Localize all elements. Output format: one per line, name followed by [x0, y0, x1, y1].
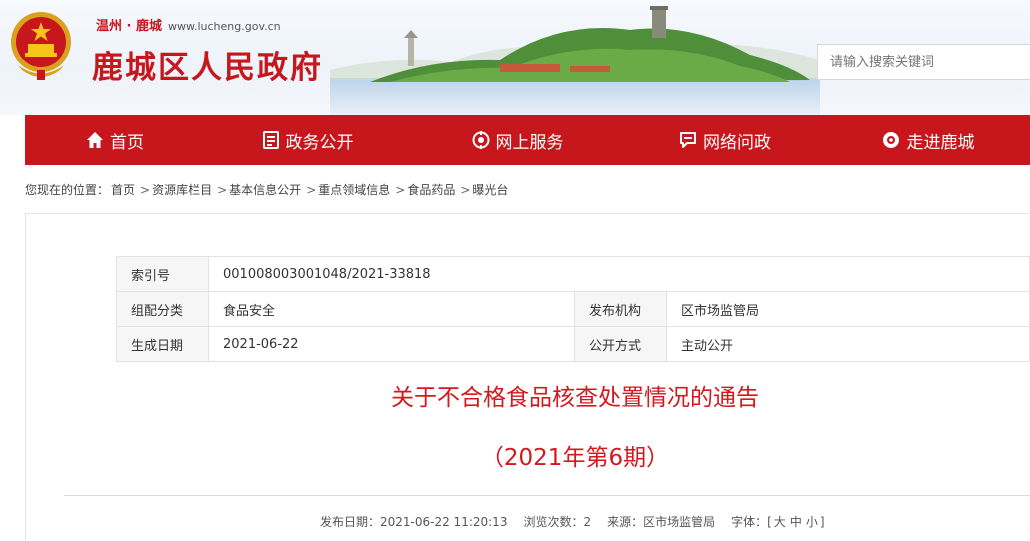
breadcrumb-item-key-areas[interactable]: 重点领域信息 — [318, 183, 390, 197]
document-icon — [262, 131, 279, 149]
nav-home[interactable]: 首页 — [25, 115, 205, 165]
mode-value: 主动公开 — [666, 326, 1030, 362]
font-size-label: 字体：[ — [731, 515, 772, 529]
service-icon — [472, 131, 489, 149]
breadcrumb-item-food-drug[interactable]: 食品药品 — [407, 183, 455, 197]
font-medium-button[interactable]: 中 — [790, 515, 802, 529]
breadcrumb-item-exposure[interactable]: 曝光台 — [472, 183, 508, 197]
view-count: 浏览次数：2 — [523, 515, 592, 529]
publisher-label: 发布机构 — [574, 291, 667, 327]
font-large-button[interactable]: 大 — [774, 515, 786, 529]
source: 来源：区市场监管局 — [607, 515, 716, 529]
site-header: 温州 · 鹿城 www.lucheng.gov.cn 鹿城区人民政府 — [0, 0, 1030, 115]
nav-online-inquiry-label: 网络问政 — [703, 132, 771, 153]
breadcrumb: 您现在的位置： 首页 > 资源库栏目 > 基本信息公开 > 重点领域信息 > 食品药品 > 曝光台 — [25, 181, 510, 198]
breadcrumb-separator: > — [460, 183, 471, 197]
category-value: 食品安全 — [208, 291, 575, 327]
breadcrumb-item-basic-info[interactable]: 基本信息公开 — [229, 183, 301, 197]
nav-home-label: 首页 — [110, 132, 144, 153]
mode-label: 公开方式 — [574, 326, 667, 362]
nav-online-service-label: 网上服务 — [495, 132, 564, 153]
breadcrumb-separator: > — [395, 183, 406, 197]
date-label: 生成日期 — [116, 326, 209, 362]
table-row: 索引号 001008003001048/2021-33818 — [116, 256, 1030, 292]
meta-table: 索引号 001008003001048/2021-33818 组配分类 食品安全… — [116, 256, 1030, 362]
breadcrumb-prefix: 您现在的位置： — [25, 183, 110, 197]
nav-online-service[interactable]: 网上服务 — [410, 115, 625, 165]
breadcrumb-separator: > — [306, 183, 317, 197]
date-value: 2021-06-22 — [208, 326, 575, 362]
table-row: 组配分类 食品安全 发布机构 区市场监管局 — [116, 291, 1030, 327]
table-row: 生成日期 2021-06-22 公开方式 主动公开 — [116, 326, 1030, 362]
breadcrumb-separator: > — [217, 183, 228, 197]
nav-about-lucheng-label: 走进鹿城 — [906, 132, 975, 153]
publish-info: 发布日期：2021-06-22 11:20:13 浏览次数：2 来源：区市场监管局 字… — [320, 513, 825, 530]
brand-subtitle: 温州 · 鹿城 www.lucheng.gov.cn — [96, 15, 281, 34]
home-icon — [87, 132, 103, 148]
document-title: 关于不合格食品核查处置情况的通告 — [391, 385, 759, 411]
nav-gov-affairs[interactable]: 政务公开 — [205, 115, 410, 165]
nav-about-lucheng[interactable]: 走进鹿城 — [825, 115, 1030, 165]
index-value: 001008003001048/2021-33818 — [208, 256, 1030, 292]
search-input[interactable] — [818, 45, 1030, 79]
site-title[interactable]: 鹿城区人民政府 — [92, 42, 323, 87]
chat-icon — [680, 132, 696, 148]
breadcrumb-item-home[interactable]: 首页 — [111, 183, 135, 197]
category-label: 组配分类 — [116, 291, 209, 327]
publisher-value: 区市场监管局 — [666, 291, 1030, 327]
brand-city: 温州 · 鹿城 — [96, 19, 162, 34]
scenery-image — [330, 6, 820, 115]
eye-icon — [882, 132, 899, 148]
publish-date: 发布日期：2021-06-22 11:20:13 — [320, 515, 508, 529]
nav-gov-affairs-label: 政务公开 — [285, 132, 354, 153]
index-label: 索引号 — [116, 256, 209, 292]
divider — [64, 495, 1030, 496]
site-url[interactable]: www.lucheng.gov.cn — [168, 20, 281, 33]
document-subtitle: （2021年第6期） — [480, 445, 670, 471]
national-emblem-icon — [11, 12, 71, 80]
breadcrumb-item-resource[interactable]: 资源库栏目 — [152, 183, 212, 197]
font-small-button[interactable]: 小 — [806, 515, 818, 529]
search-box[interactable] — [817, 44, 1030, 80]
main-nav: 首页 政务公开 网上服务 网络问政 走进鹿城 — [25, 115, 1030, 165]
nav-online-inquiry[interactable]: 网络问政 — [625, 115, 825, 165]
font-size-end: ] — [819, 515, 825, 529]
breadcrumb-separator: > — [140, 183, 151, 197]
